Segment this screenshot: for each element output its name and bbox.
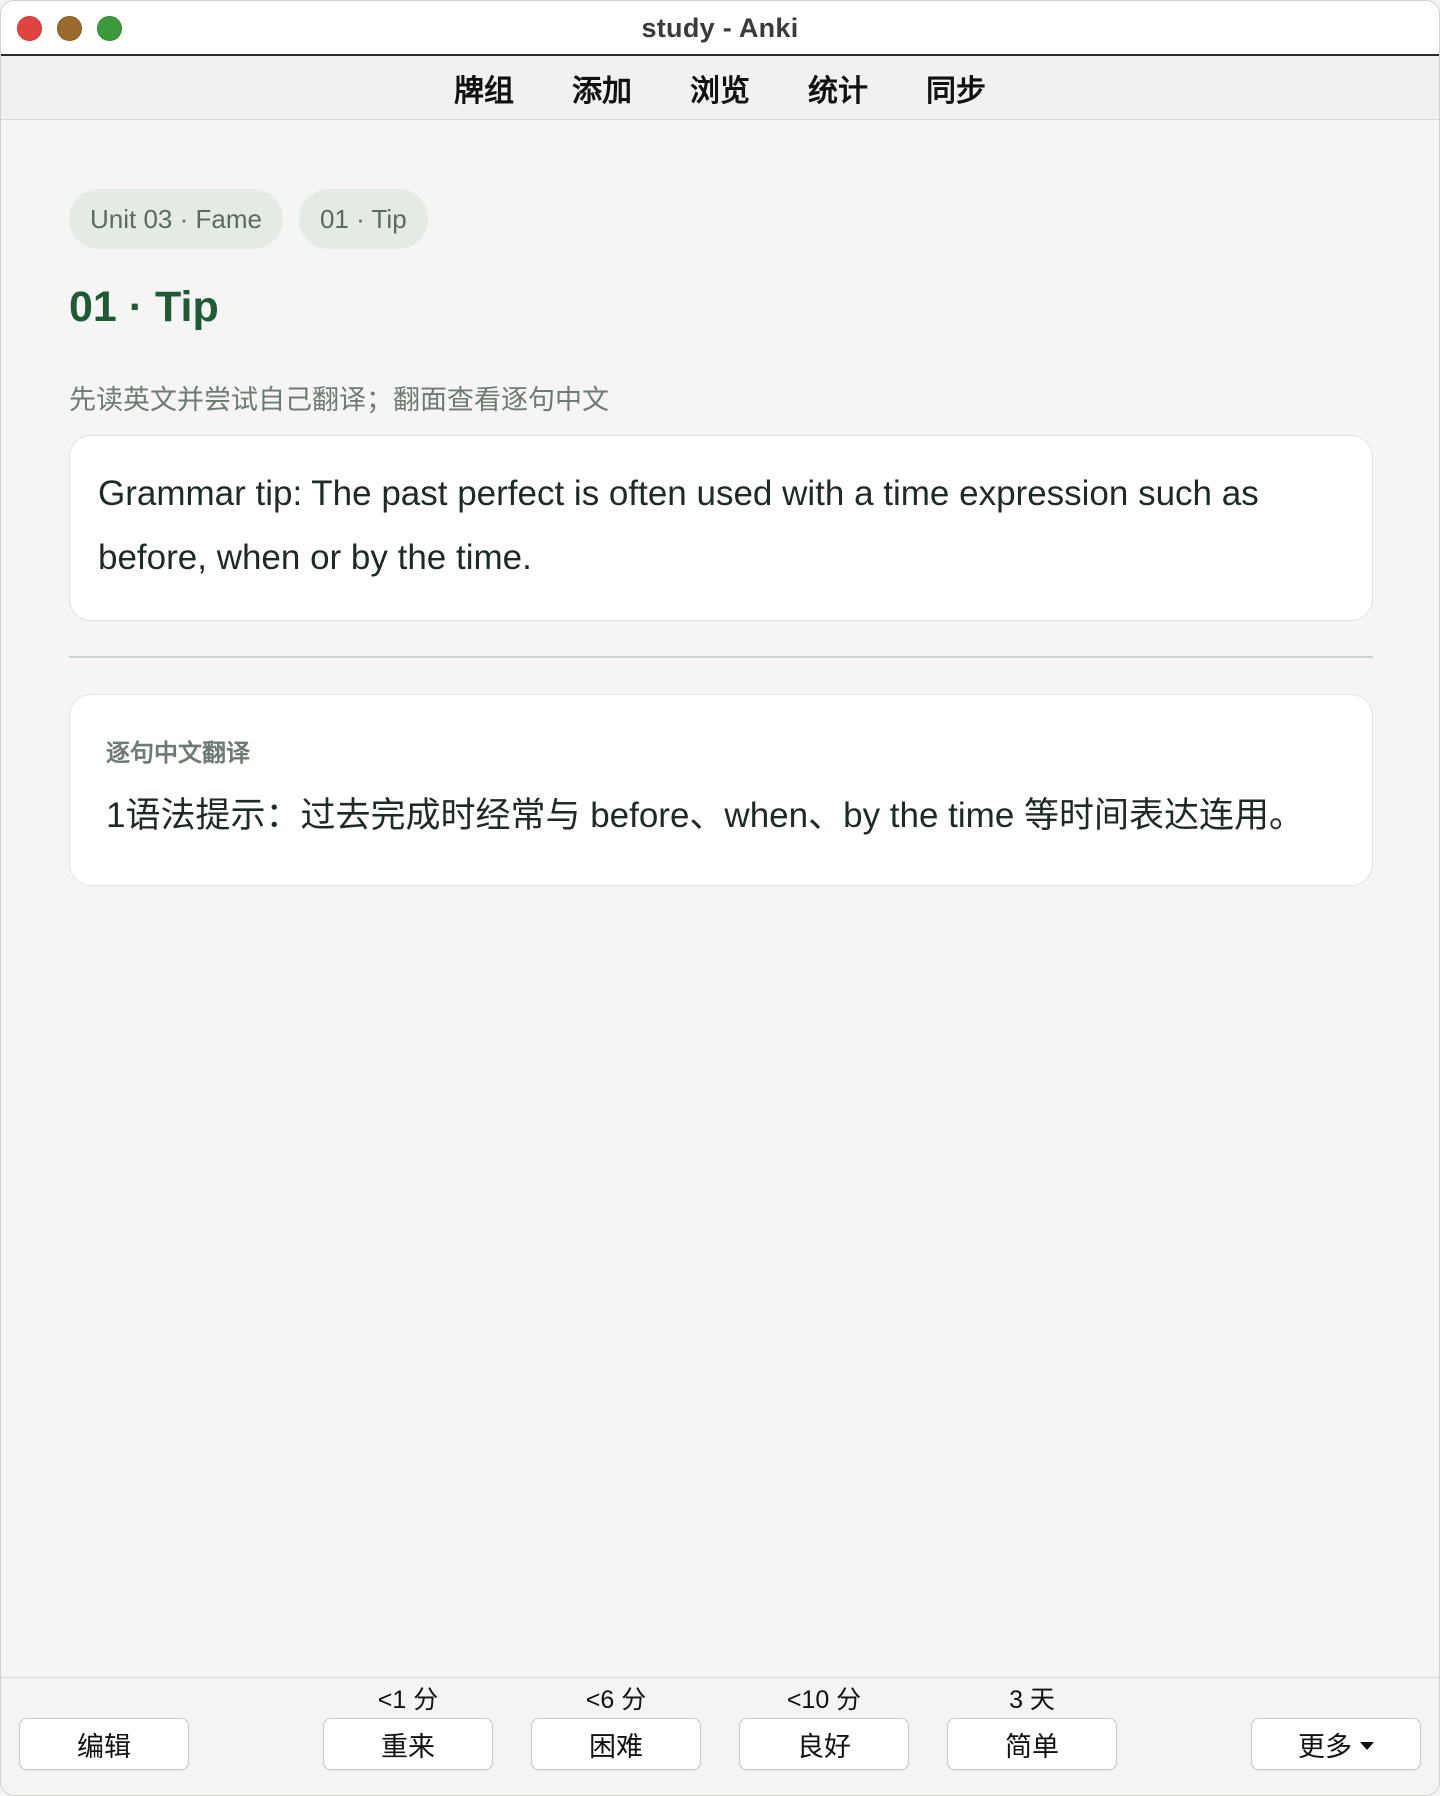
good-button[interactable]: 良好	[739, 1718, 909, 1770]
menu-add[interactable]: 添加	[572, 66, 632, 110]
chevron-down-icon	[1360, 1742, 1374, 1750]
translation-box: 逐句中文翻译 1语法提示：过去完成时经常与 before、when、by the…	[69, 694, 1373, 886]
top-menu-bar: 牌组 添加 浏览 统计 同步	[1, 56, 1439, 120]
easy-button[interactable]: 简单	[947, 1718, 1117, 1770]
menu-browse[interactable]: 浏览	[690, 66, 750, 110]
easy-button-label: 简单	[1005, 1731, 1059, 1762]
good-interval: <10 分	[786, 1686, 862, 1714]
instruction-text: 先读英文并尝试自己翻译；翻面查看逐句中文	[69, 385, 609, 415]
edit-button-label: 编辑	[77, 1731, 131, 1762]
translation-text: 1语法提示：过去完成时经常与 before、when、by the time 等…	[106, 796, 1305, 835]
window-title: study - Anki	[641, 13, 799, 43]
good-button-label: 良好	[797, 1731, 851, 1762]
again-interval: <1 分	[377, 1686, 439, 1714]
answer-divider	[69, 656, 1373, 658]
menu-decks[interactable]: 牌组	[454, 66, 514, 110]
edit-button[interactable]: 编辑	[19, 1718, 189, 1770]
english-sentence: Grammar tip: The past perfect is often u…	[98, 474, 1259, 577]
more-button-label: 更多	[1298, 1731, 1352, 1762]
english-sentence-box: Grammar tip: The past perfect is often u…	[69, 435, 1373, 621]
more-button[interactable]: 更多	[1251, 1718, 1421, 1770]
menu-sync[interactable]: 同步	[926, 66, 986, 110]
review-bottom-bar: 编辑 <1 分 重来 <6 分 困难 <10 分 良好 3 天 简单 更多	[1, 1677, 1439, 1795]
card-title: 01 · Tip	[69, 283, 219, 331]
menu-stats[interactable]: 统计	[808, 66, 868, 110]
unit-chip: Unit 03 · Fame	[69, 189, 283, 249]
anki-window: study - Anki 牌组 添加 浏览 统计 同步 Unit 03 · Fa…	[0, 0, 1440, 1796]
tag-chips: Unit 03 · Fame 01 · Tip	[69, 189, 444, 249]
hard-interval: <6 分	[585, 1686, 647, 1714]
hard-button-label: 困难	[589, 1731, 643, 1762]
lesson-chip: 01 · Tip	[298, 189, 428, 249]
translation-label: 逐句中文翻译	[106, 740, 250, 767]
hard-button[interactable]: 困难	[531, 1718, 701, 1770]
easy-interval: 3 天	[1009, 1686, 1055, 1714]
again-button-label: 重来	[381, 1731, 435, 1762]
title-bar: study - Anki	[1, 1, 1439, 56]
again-button[interactable]: 重来	[323, 1718, 493, 1770]
